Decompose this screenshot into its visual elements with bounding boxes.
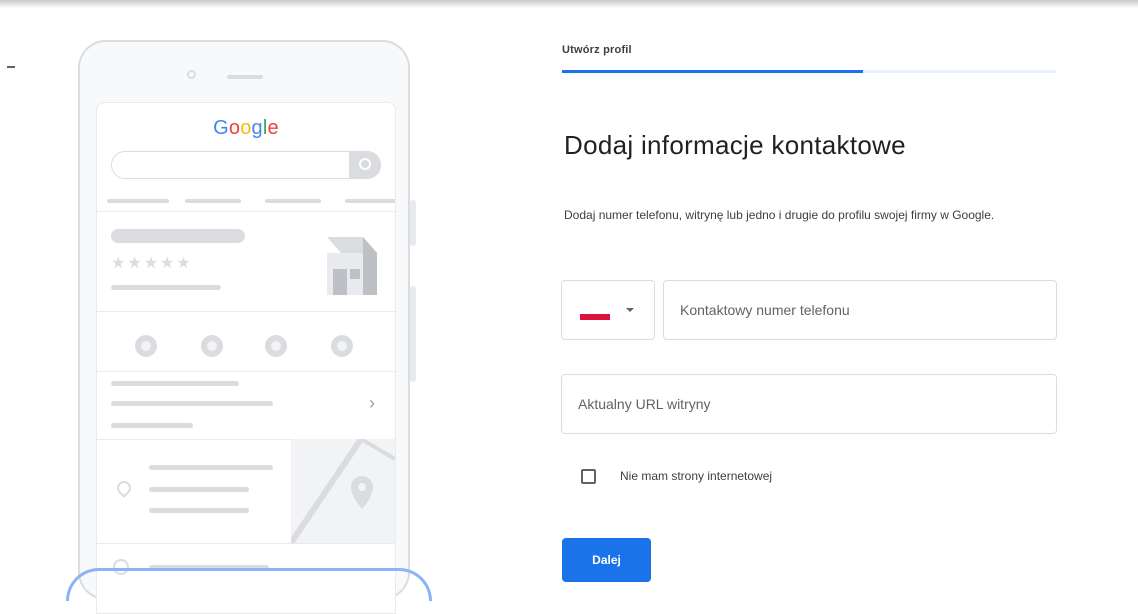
decorative-blue-arc bbox=[66, 568, 432, 601]
google-logo-letter: G bbox=[213, 117, 229, 139]
phone-divider bbox=[97, 543, 395, 544]
phone-screen: Google ★★★★★ › bbox=[96, 102, 396, 614]
progress-bar-fill bbox=[562, 70, 864, 73]
info-line-placeholder bbox=[111, 423, 193, 428]
call-action-icon bbox=[135, 335, 157, 357]
address-line-placeholder bbox=[149, 508, 249, 513]
phone-volume-button bbox=[410, 200, 416, 246]
phone-camera-dot bbox=[187, 70, 196, 79]
phone-speaker-slot bbox=[227, 75, 263, 79]
phone-divider bbox=[97, 211, 395, 212]
phone-power-button bbox=[410, 286, 416, 382]
address-line-placeholder bbox=[149, 465, 273, 470]
phone-search-bar bbox=[111, 151, 381, 179]
google-logo-letter: e bbox=[267, 117, 279, 139]
phone-divider bbox=[97, 311, 395, 312]
phone-illustration: Google ★★★★★ › bbox=[78, 40, 410, 614]
caret-down-icon bbox=[626, 308, 634, 312]
location-pin-icon bbox=[114, 478, 134, 498]
info-line-placeholder bbox=[111, 381, 239, 386]
google-logo-letter: o bbox=[228, 117, 241, 139]
google-logo: Google bbox=[97, 117, 395, 140]
business-category-placeholder bbox=[111, 285, 221, 290]
phone-number-input[interactable] bbox=[663, 280, 1057, 340]
page-title: Dodaj informacje kontaktowe bbox=[564, 130, 906, 160]
info-line-placeholder bbox=[111, 401, 273, 406]
no-website-checkbox-label[interactable]: Nie mam strony internetowej bbox=[620, 469, 772, 483]
left-edge-dash bbox=[7, 66, 15, 68]
phone-tab-bars bbox=[107, 199, 395, 203]
no-website-checkbox[interactable] bbox=[581, 469, 596, 484]
business-name-placeholder bbox=[111, 229, 245, 243]
phone-search-icon bbox=[349, 151, 381, 179]
address-line-placeholder bbox=[149, 487, 249, 492]
chevron-right-icon: › bbox=[369, 393, 375, 413]
google-logo-letter: g bbox=[251, 117, 263, 139]
map-thumbnail bbox=[291, 439, 395, 543]
phone-divider bbox=[97, 371, 395, 372]
map-pin-icon bbox=[291, 439, 395, 543]
next-button[interactable]: Dalej bbox=[562, 538, 651, 582]
browser-top-edge bbox=[0, 0, 1138, 8]
directions-action-icon bbox=[201, 335, 223, 357]
step-label: Utwórz profil bbox=[562, 44, 632, 56]
save-action-icon bbox=[265, 335, 287, 357]
country-code-select[interactable] bbox=[561, 280, 655, 340]
website-url-input[interactable] bbox=[561, 374, 1057, 434]
progress-bar bbox=[562, 70, 1056, 73]
storefront-icon bbox=[327, 237, 377, 295]
poland-flag-icon bbox=[580, 309, 610, 320]
google-logo-letter: o bbox=[240, 117, 252, 139]
share-action-icon bbox=[331, 335, 353, 357]
page-description: Dodaj numer telefonu, witrynę lub jedno … bbox=[564, 208, 995, 222]
rating-stars-icon: ★★★★★ bbox=[111, 255, 193, 272]
